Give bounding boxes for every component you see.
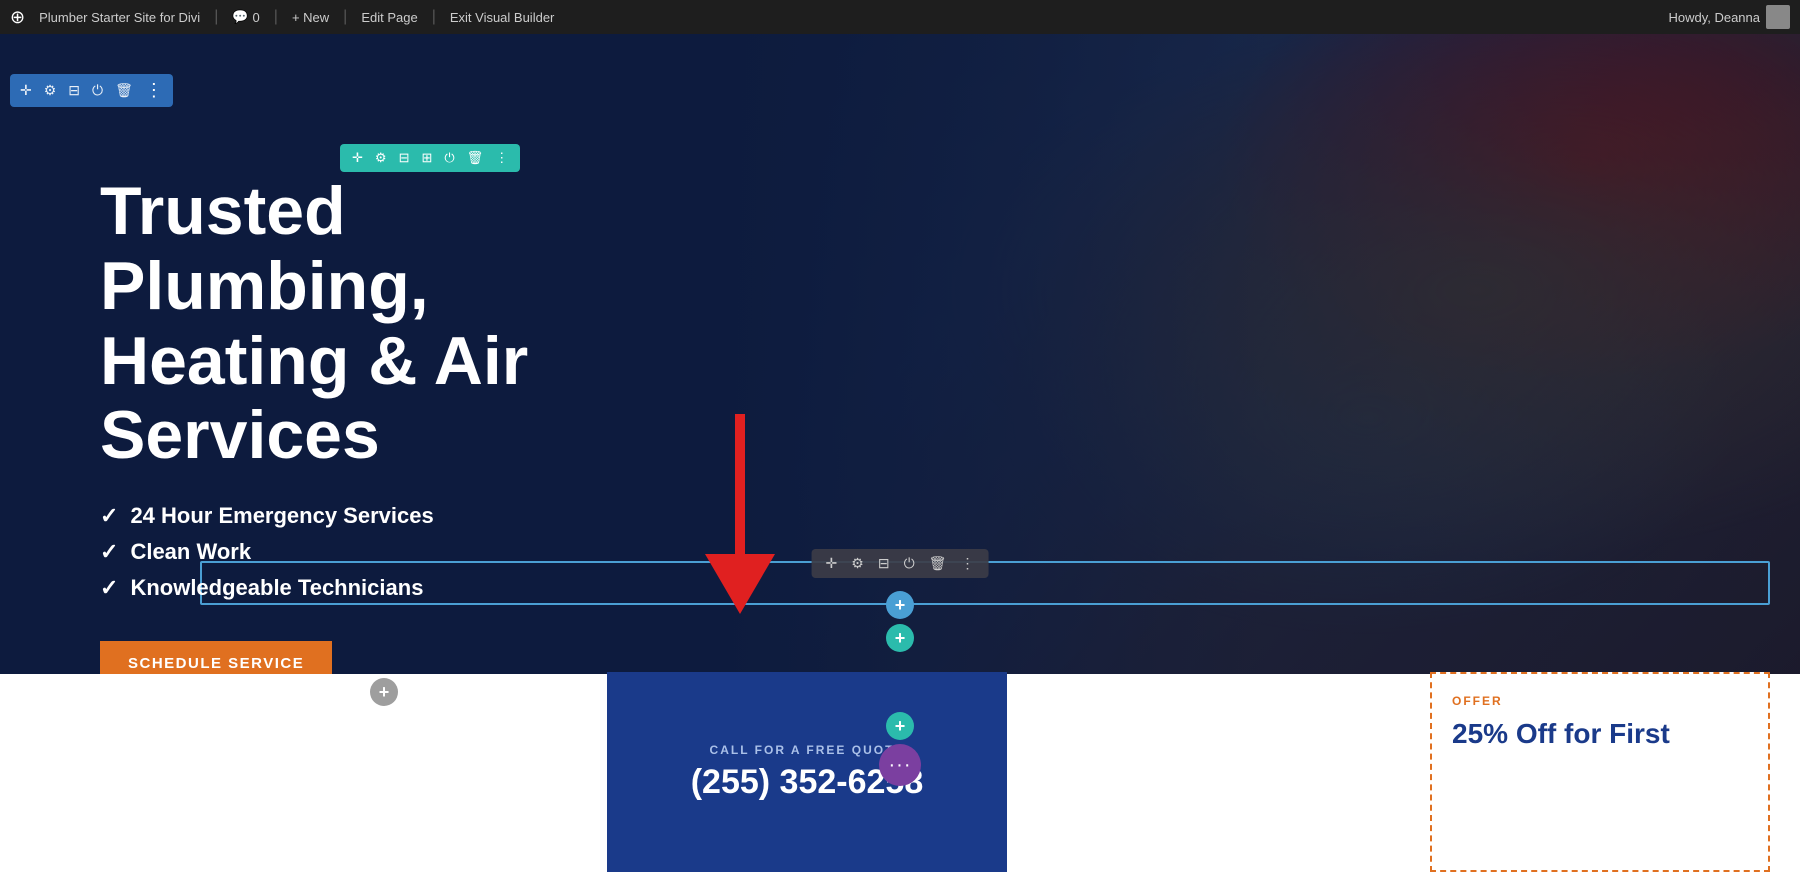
section-grid-icon[interactable]: ⊞ bbox=[421, 150, 432, 166]
offer-label: OFFER bbox=[1452, 694, 1748, 708]
settings-icon[interactable]: ⚙ bbox=[44, 82, 57, 99]
red-arrow-indicator bbox=[700, 414, 780, 614]
add-row-below-button[interactable]: + bbox=[886, 624, 914, 652]
page-area: ✛ ⚙ ⊟ ⏻ 🗑 ⋮ ✛ ⚙ ⊟ ⊞ ⏻ 🗑 ⋮ Trusted Plumbi… bbox=[0, 34, 1800, 872]
section-move-icon[interactable]: ✛ bbox=[352, 150, 363, 166]
wp-logo-icon[interactable]: ⊕ bbox=[10, 7, 25, 28]
admin-bar: ⊕ Plumber Starter Site for Divi | 💬 0 | … bbox=[0, 0, 1800, 34]
move-icon[interactable]: ✛ bbox=[20, 82, 32, 99]
disable-icon[interactable]: ⏻ bbox=[92, 82, 103, 99]
duplicate-icon[interactable]: ⊟ bbox=[68, 82, 80, 99]
row-move-icon[interactable]: ✛ bbox=[826, 555, 838, 572]
call-section: CALL FOR A FREE QUOTE (255) 352-6258 bbox=[607, 672, 1007, 872]
avatar bbox=[1766, 5, 1790, 29]
check-icon-1: ✓ bbox=[100, 503, 118, 529]
check-icon-2: ✓ bbox=[100, 539, 118, 565]
add-row-inside-button[interactable]: + bbox=[886, 591, 914, 619]
row-disable-icon[interactable]: ⏻ bbox=[904, 555, 915, 572]
hero-checklist: ✓ 24 Hour Emergency Services ✓ Clean Wor… bbox=[100, 503, 620, 601]
section-disable-icon[interactable]: ⏻ bbox=[444, 150, 454, 166]
divi-builder-toolbar: ✛ ⚙ ⊟ ⏻ 🗑 ⋮ bbox=[10, 74, 173, 107]
three-dots-button[interactable]: ··· bbox=[879, 744, 921, 786]
row-delete-icon[interactable]: 🗑 bbox=[929, 555, 947, 572]
row-duplicate-icon[interactable]: ⊟ bbox=[878, 555, 890, 572]
hero-section: ✛ ⚙ ⊟ ⊞ ⏻ 🗑 ⋮ Trusted Plumbing, Heating … bbox=[0, 34, 1800, 674]
check-icon-3: ✓ bbox=[100, 575, 118, 601]
add-mid-button[interactable]: + bbox=[886, 712, 914, 740]
offer-title: 25% Off for First bbox=[1452, 718, 1748, 750]
exit-visual-builder-link[interactable]: Exit Visual Builder bbox=[450, 10, 555, 25]
schedule-service-button[interactable]: SCHEDULE SERVICE bbox=[100, 641, 332, 674]
comment-icon: 💬 bbox=[232, 9, 248, 25]
hero-title: Trusted Plumbing, Heating & Air Services bbox=[100, 174, 620, 473]
row-more-icon[interactable]: ⋮ bbox=[960, 555, 974, 572]
new-menu[interactable]: + New bbox=[292, 10, 329, 25]
section-duplicate-icon[interactable]: ⊟ bbox=[399, 150, 410, 166]
separator2: | bbox=[274, 8, 278, 26]
row-toolbar: ✛ ⚙ ⊟ ⏻ 🗑 ⋮ bbox=[812, 549, 989, 578]
checklist-item-3: ✓ Knowledgeable Technicians bbox=[100, 575, 620, 601]
offer-section: OFFER 25% Off for First bbox=[1430, 672, 1770, 872]
section-settings-icon[interactable]: ⚙ bbox=[375, 150, 387, 166]
row-settings-icon[interactable]: ⚙ bbox=[851, 555, 864, 572]
edit-page-link[interactable]: Edit Page bbox=[361, 10, 417, 25]
comments-link[interactable]: 💬 0 bbox=[232, 9, 259, 25]
delete-icon[interactable]: 🗑 bbox=[115, 82, 133, 99]
section-more-icon[interactable]: ⋮ bbox=[495, 150, 508, 166]
section-delete-icon[interactable]: 🗑 bbox=[467, 150, 484, 166]
separator4: | bbox=[432, 8, 436, 26]
checklist-item-2: ✓ Clean Work bbox=[100, 539, 620, 565]
hero-content: Trusted Plumbing, Heating & Air Services… bbox=[0, 34, 720, 674]
add-section-button[interactable]: + bbox=[370, 678, 398, 706]
separator: | bbox=[214, 8, 218, 26]
section-toolbar: ✛ ⚙ ⊟ ⊞ ⏻ 🗑 ⋮ bbox=[340, 144, 520, 172]
more-options-icon[interactable]: ⋮ bbox=[145, 80, 163, 101]
howdy-label: Howdy, Deanna bbox=[1668, 5, 1790, 29]
separator3: | bbox=[343, 8, 347, 26]
call-label: CALL FOR A FREE QUOTE bbox=[710, 743, 905, 757]
site-name[interactable]: Plumber Starter Site for Divi bbox=[39, 10, 200, 25]
checklist-item-1: ✓ 24 Hour Emergency Services bbox=[100, 503, 620, 529]
